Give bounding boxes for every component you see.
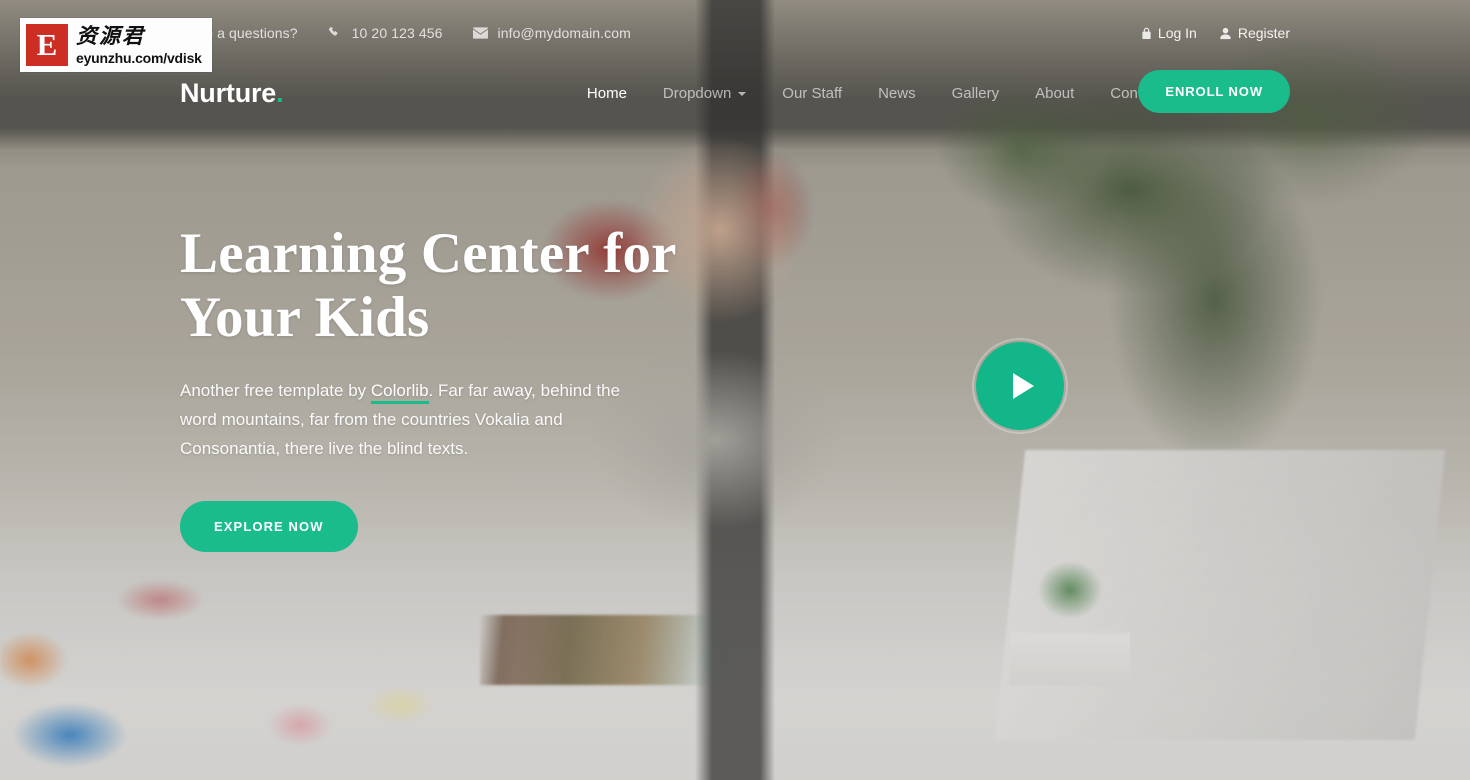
nav-label-news: News [878,84,916,102]
hero-section: Have a questions? 10 20 123 456 info@myd… [0,0,1470,780]
video-play-button[interactable] [972,338,1068,434]
watermark-overlay: E 资源君 eyunzhu.com/vdisk [20,18,212,72]
play-button-circle [976,342,1064,430]
user-icon [1219,27,1232,40]
register-label: Register [1237,25,1290,41]
hero-subtitle: Another free template by Colorlib. Far f… [180,376,625,463]
enroll-now-button[interactable]: ENROLL NOW [1138,70,1290,113]
email-contact[interactable]: info@mydomain.com [472,25,631,41]
nav-item-home[interactable]: Home [569,85,645,102]
hero-title-line-1: Learning Center for [180,222,677,285]
watermark-text-group: 资源君 eyunzhu.com/vdisk [76,23,202,66]
watermark-badge-icon: E [26,24,68,66]
nav-item-dropdown[interactable]: Dropdown [645,85,764,102]
top-bar: Have a questions? 10 20 123 456 info@myd… [0,0,1470,66]
nav-label-gallery: Gallery [951,84,1000,102]
top-bar-account-group: Log In Register [1141,25,1290,41]
play-icon [1012,373,1034,399]
hero-title: Learning Center for Your Kids [180,222,800,350]
watermark-brand-cn: 资源君 [76,23,145,48]
nav-menu: Home Dropdown Our Staff News Gallery Abo… [569,85,1180,102]
lock-icon [1141,27,1152,40]
chevron-down-icon [738,92,747,96]
hero-sub-before: Another free template by [180,381,371,400]
envelope-icon [472,27,488,39]
explore-now-button[interactable]: EXPLORE NOW [180,501,358,552]
phone-number: 10 20 123 456 [351,25,443,41]
colorlib-link[interactable]: Colorlib [370,381,429,404]
main-navbar: Nurture. Home Dropdown Our Staff News Ga… [0,62,1470,124]
brand-logo[interactable]: Nurture. [180,77,284,109]
nav-label-our-staff: Our Staff [782,84,843,102]
watermark-url: eyunzhu.com/vdisk [76,49,202,66]
top-bar-contact-group: Have a questions? 10 20 123 456 info@myd… [180,25,631,41]
login-link[interactable]: Log In [1141,25,1197,41]
brand-name: Nurture [180,77,277,108]
nav-label-home: Home [586,84,627,102]
hero-content: Learning Center for Your Kids Another fr… [180,222,800,552]
nav-label-dropdown: Dropdown [662,84,732,102]
hero-title-line-2: Your Kids [180,286,430,349]
email-address: info@mydomain.com [497,25,631,41]
nav-item-about[interactable]: About [1017,85,1092,102]
nav-item-news[interactable]: News [860,85,934,102]
phone-contact[interactable]: 10 20 123 456 [328,25,443,41]
phone-icon [328,26,342,40]
nav-item-our-staff[interactable]: Our Staff [764,85,860,102]
brand-dot: . [276,77,284,108]
login-label: Log In [1157,25,1197,41]
nav-label-about: About [1035,84,1075,102]
nav-item-gallery[interactable]: Gallery [934,85,1018,102]
register-link[interactable]: Register [1219,25,1290,41]
